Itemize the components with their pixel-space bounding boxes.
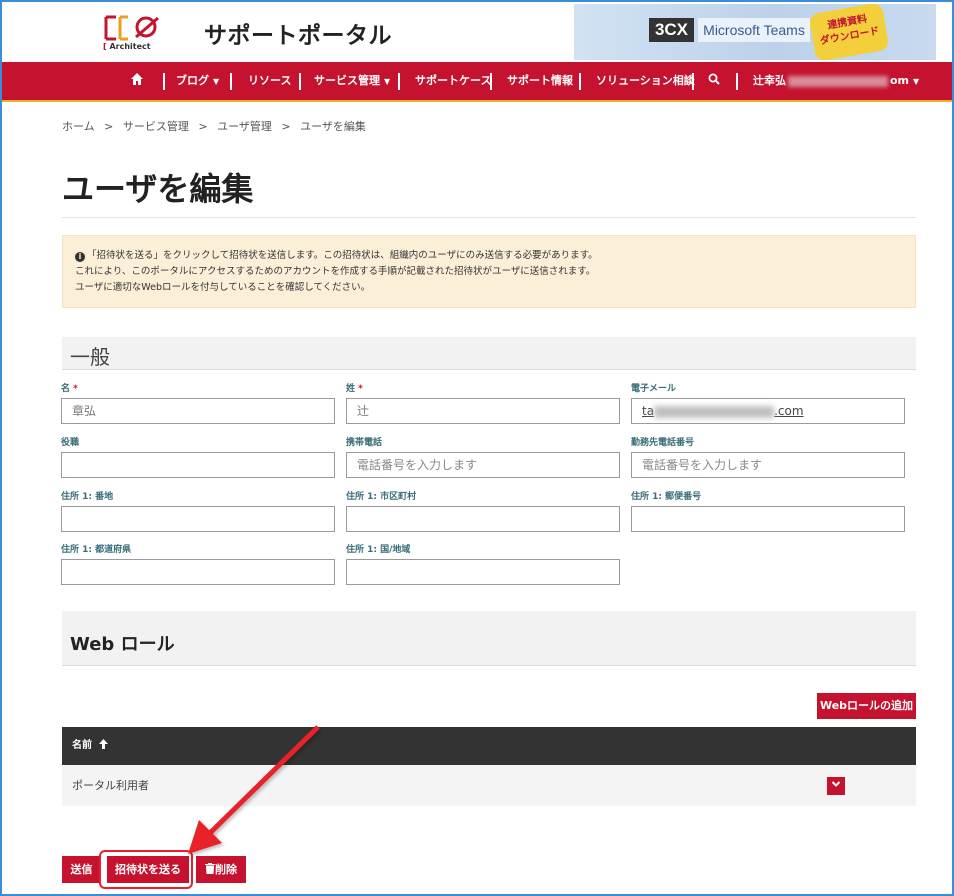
home-icon[interactable] — [130, 62, 144, 100]
mobile-field: 携帯電話 電話番号を入力します — [346, 437, 620, 478]
first-name-input[interactable]: 章弘 — [61, 398, 335, 424]
breadcrumb-separator: > — [198, 120, 208, 133]
breadcrumb-separator: > — [281, 120, 291, 133]
column-name-header[interactable]: 名前 — [72, 740, 92, 751]
architect-logo-mark — [104, 15, 159, 41]
info-notice: i 「招待状を送る」をクリックして招待状を送信します。この招待状は、組織内のユーザ… — [62, 235, 916, 308]
first-name-field: 名 * 章弘 — [61, 383, 335, 424]
job-title-input[interactable] — [61, 452, 335, 478]
highlight-box — [99, 850, 193, 889]
nav-service-management[interactable]: サービス管理 ▼ — [314, 62, 390, 100]
user-menu[interactable]: 辻幸弘 om ▼ — [753, 62, 919, 100]
city-field: 住所 1: 市区町村 — [346, 491, 620, 532]
search-icon[interactable] — [708, 62, 720, 100]
add-web-role-button[interactable]: Webロールの追加 — [817, 693, 916, 719]
breadcrumb-home[interactable]: ホーム — [62, 120, 95, 133]
logo-text: Architect — [109, 42, 151, 51]
state-input[interactable] — [61, 559, 335, 585]
postal-code-input[interactable] — [631, 506, 905, 532]
section-title: Web ロール — [70, 634, 175, 655]
breadcrumb-user-management[interactable]: ユーザ管理 — [217, 120, 272, 133]
nav-blog[interactable]: ブログ ▼ — [176, 62, 219, 100]
job-title-field: 役職 — [61, 437, 335, 478]
country-field: 住所 1: 国/地域 — [346, 544, 620, 585]
promo-banner[interactable]: 3CX Microsoft Teams 連携資料 ダウンロード — [574, 4, 936, 60]
divider — [62, 217, 916, 218]
section-general: 一般 — [62, 337, 916, 370]
section-title: 一般 — [70, 345, 110, 369]
submit-button[interactable]: 送信 — [62, 856, 101, 883]
work-phone-input[interactable]: 電話番号を入力します — [631, 452, 905, 478]
breadcrumb-current: ユーザを編集 — [300, 120, 366, 133]
redacted-email — [654, 405, 775, 418]
chevron-down-icon: ▼ — [213, 77, 220, 86]
city-input[interactable] — [346, 506, 620, 532]
banner-teams-label: Microsoft Teams — [698, 18, 810, 42]
breadcrumb: ホーム > サービス管理 > ユーザ管理 > ユーザを編集 — [62, 118, 372, 134]
nav-solution-consult[interactable]: ソリューション相談 — [596, 62, 695, 100]
table-header: 名前 — [62, 727, 916, 765]
street-field: 住所 1: 番地 — [61, 491, 335, 532]
email-field: 電子メール ta .com — [631, 383, 905, 424]
last-name-field: 姓 * 辻 — [346, 383, 620, 424]
state-field: 住所 1: 都道府県 — [61, 544, 335, 585]
arrow-up-icon — [99, 739, 109, 751]
chevron-down-icon: ▼ — [384, 77, 391, 86]
work-phone-field: 勤務先電話番号 電話番号を入力します — [631, 437, 905, 478]
logo-bracket: [ — [103, 42, 107, 51]
mobile-input[interactable]: 電話番号を入力します — [346, 452, 620, 478]
role-name: ポータル利用者 — [72, 779, 149, 792]
trash-icon — [205, 862, 215, 875]
email-input[interactable]: ta .com — [631, 398, 905, 424]
street-input[interactable] — [61, 506, 335, 532]
breadcrumb-separator: > — [104, 120, 114, 133]
banner-3cx-logo: 3CX — [649, 18, 694, 42]
page-title: ユーザを編集 — [62, 170, 254, 208]
chevron-down-icon — [831, 781, 841, 787]
row-actions-dropdown[interactable] — [827, 777, 845, 795]
nav-support-info[interactable]: サポート情報 — [507, 62, 573, 100]
table-row: ポータル利用者 — [62, 765, 916, 806]
last-name-input[interactable]: 辻 — [346, 398, 620, 424]
country-input[interactable] — [346, 559, 620, 585]
nav-support-cases[interactable]: サポートケース — [415, 62, 491, 100]
delete-button[interactable]: 削除 — [196, 856, 246, 883]
site-logo[interactable]: [ Architect — [102, 14, 164, 54]
site-title[interactable]: サポートポータル — [204, 16, 392, 50]
redacted-email — [788, 75, 888, 87]
breadcrumb-service-management[interactable]: サービス管理 — [123, 120, 189, 133]
postal-code-field: 住所 1: 郵便番号 — [631, 491, 905, 532]
info-icon: i — [75, 252, 85, 262]
chevron-down-icon: ▼ — [913, 77, 920, 86]
nav-resources[interactable]: リソース — [248, 62, 291, 100]
main-nav: ブログ ▼ リソース サービス管理 ▼ サポートケース サポート情報 ソリューション… — [2, 62, 952, 102]
section-web-roles: Web ロール — [62, 611, 916, 666]
site-header: [ Architect サポートポータル 3CX Microsoft Teams… — [2, 2, 952, 62]
